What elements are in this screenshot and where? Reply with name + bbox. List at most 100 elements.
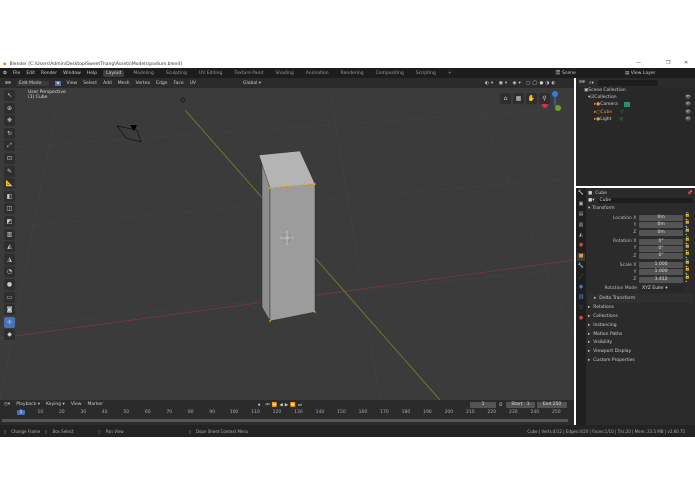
timeline-scrollbar[interactable] (2, 419, 568, 422)
object-name-field[interactable]: ■▾ Cube (588, 197, 693, 204)
menu-uv[interactable]: UV (190, 81, 196, 86)
transform-tool-icon[interactable]: ⊡ (4, 152, 15, 164)
location-x-field[interactable]: 0m (639, 215, 683, 222)
scene-tab-icon[interactable]: ◭ (577, 232, 585, 240)
view-layer-tab-icon[interactable]: ▥ (577, 222, 585, 230)
knife-tool-icon[interactable]: ◭ (4, 241, 15, 253)
tab-uv-editing[interactable]: UV Editing (196, 70, 225, 77)
start-frame-field[interactable]: Start 1 (506, 401, 535, 408)
camera-view-icon[interactable]: ⌂ (500, 93, 511, 104)
outliner-item[interactable]: ▸● Light ◎ 👁 (576, 116, 695, 123)
menu-mesh[interactable]: Mesh (118, 81, 130, 86)
eye-icon[interactable]: 👁 (685, 117, 691, 122)
rotation-z-field[interactable]: 0° (639, 253, 683, 260)
tab-compositing[interactable]: Compositing (373, 70, 407, 77)
spin-tool-icon[interactable]: ◔ (4, 266, 15, 278)
shrink-fatten-tool-icon[interactable]: ◙ (4, 304, 15, 316)
location-z-field[interactable]: 0m (639, 229, 683, 236)
menu-face[interactable]: Face (173, 81, 183, 86)
menu-select[interactable]: Select (83, 81, 97, 86)
transform-panel-header[interactable]: ▾ Transform (588, 205, 693, 212)
particles-tab-icon[interactable]: ⋰ (577, 274, 585, 282)
keying-menu[interactable]: Keying ▾ (46, 402, 65, 407)
zoom-icon[interactable]: ⚲ (539, 93, 550, 104)
select-mode-vertex-icon[interactable]: ▪ (55, 80, 61, 86)
extrude-tool-icon[interactable]: ◧ (4, 190, 15, 202)
poly-build-tool-icon[interactable]: ◮ (4, 253, 15, 265)
view-layer-selector[interactable]: ▤ View Layer (625, 71, 655, 76)
collections-panel[interactable]: ▸ Collections (588, 312, 693, 321)
outliner-item[interactable]: ▸● Camera 👁 (576, 101, 695, 108)
tab-animation[interactable]: Animation (303, 70, 332, 77)
output-tab-icon[interactable]: ▤ (577, 211, 585, 219)
marker-menu[interactable]: Marker (88, 402, 104, 407)
orientation-selector[interactable]: Global ▾ (243, 81, 261, 86)
menu-add[interactable]: Add (103, 81, 112, 86)
menu-view[interactable]: View (67, 81, 78, 86)
scale-y-field[interactable]: 1.000 (639, 269, 683, 276)
playback-controls[interactable]: ⏺ ⏮⏪◀▶⏩⏭ (258, 402, 304, 408)
inset-tool-icon[interactable]: ◫ (4, 203, 15, 215)
visibility-panel[interactable]: ▸ Visibility (588, 338, 693, 347)
perspective-toggle-icon[interactable]: ▦ (513, 93, 524, 104)
tab-scripting[interactable]: Scripting (413, 70, 439, 77)
tool-tab-icon[interactable]: 🔧 (577, 190, 585, 198)
mode-selector[interactable]: Edit Mode (17, 80, 50, 86)
location-y-field[interactable]: 0m (639, 222, 683, 229)
outliner-item[interactable]: ▣ Scene Collection (576, 87, 695, 94)
current-frame-field[interactable]: 1 (470, 401, 496, 408)
display-mode-icon[interactable]: ⊟▾ (579, 80, 585, 85)
viewport-display-panel[interactable]: ▸ Viewport Display (588, 347, 693, 356)
minimize-button[interactable]: — (636, 60, 641, 66)
object-tab-icon[interactable]: ■ (577, 252, 585, 261)
rip-tool-icon[interactable]: ◆ (4, 329, 15, 341)
frame-ruler[interactable]: 1 10 20 30 40 50 60 70 80 90 100 110 120 130 140 150 160… (0, 409, 574, 417)
motion-paths-panel[interactable]: ▸ Motion Paths (588, 330, 693, 339)
shear-tool-icon[interactable]: ✢ (4, 316, 15, 328)
physics-tab-icon[interactable]: ◉ (577, 284, 585, 292)
menu-edit[interactable]: Edit (26, 71, 35, 76)
menu-vertex[interactable]: Vertex (136, 81, 150, 86)
edge-slide-tool-icon[interactable]: ▭ (4, 291, 15, 303)
eye-icon[interactable]: 👁 (685, 102, 691, 107)
tab-modeling[interactable]: Modeling (130, 70, 156, 77)
instancing-panel[interactable]: ▸ Instancing (588, 321, 693, 330)
clock-icon[interactable]: ⏱ (499, 402, 503, 408)
end-frame-field[interactable]: End 250 (537, 401, 567, 408)
filter-icon[interactable]: ⌕▾ (589, 80, 594, 86)
playback-menu[interactable]: Playback ▾ (16, 402, 40, 407)
view-menu[interactable]: View (71, 402, 82, 407)
move-tool-icon[interactable]: ✥ (4, 115, 15, 127)
select-tool-icon[interactable]: ↖ (4, 90, 15, 101)
editor-type-icon[interactable]: ◷▾ (4, 402, 10, 407)
scale-x-field[interactable]: 1.000 (639, 262, 683, 269)
tab-texture-paint[interactable]: Texture Paint (231, 70, 266, 77)
eye-icon[interactable]: 👁 (685, 95, 691, 100)
rotation-mode-select[interactable]: XYZ Euler ▾ (640, 285, 684, 292)
outliner-item[interactable]: ▸▢ Cube ▽ 👁 (576, 109, 695, 116)
menu-edge[interactable]: Edge (156, 81, 167, 86)
rotation-x-field[interactable]: 0° (639, 238, 683, 245)
custom-properties-panel[interactable]: ▸ Custom Properties (588, 356, 693, 365)
outliner-search[interactable] (597, 79, 658, 86)
scene-selector[interactable]: 🎬 Scene (555, 71, 576, 76)
bevel-tool-icon[interactable]: ◩ (4, 215, 15, 227)
editor-type-icon[interactable]: ⊞▾ (5, 81, 11, 86)
menu-render[interactable]: Render (41, 71, 57, 76)
menu-window[interactable]: Window (63, 71, 81, 76)
material-tab-icon[interactable]: ● (577, 315, 585, 323)
close-button[interactable]: ✕ (684, 60, 688, 66)
pin-icon[interactable]: 📌 (687, 191, 693, 196)
modifier-tab-icon[interactable]: 🔧 (577, 263, 585, 271)
add-workspace-button[interactable]: + (445, 70, 455, 77)
eye-icon[interactable]: 👁 (685, 110, 691, 115)
tab-sculpting[interactable]: Sculpting (163, 70, 190, 77)
menu-help[interactable]: Help (87, 71, 97, 76)
pan-hand-icon[interactable]: ✋ (526, 93, 537, 104)
maximize-button[interactable]: ❐ (666, 60, 670, 66)
rotate-tool-icon[interactable]: ↻ (4, 127, 15, 139)
delta-transform-panel[interactable]: ▸ Delta Transform (588, 294, 693, 304)
shading-buttons[interactable]: ◐▾ ▣▾ ◉▾ ▢◯●◑◐ (485, 81, 557, 86)
lock-icon[interactable]: 🔓• (685, 275, 693, 285)
tab-shading[interactable]: Shading (272, 70, 296, 77)
